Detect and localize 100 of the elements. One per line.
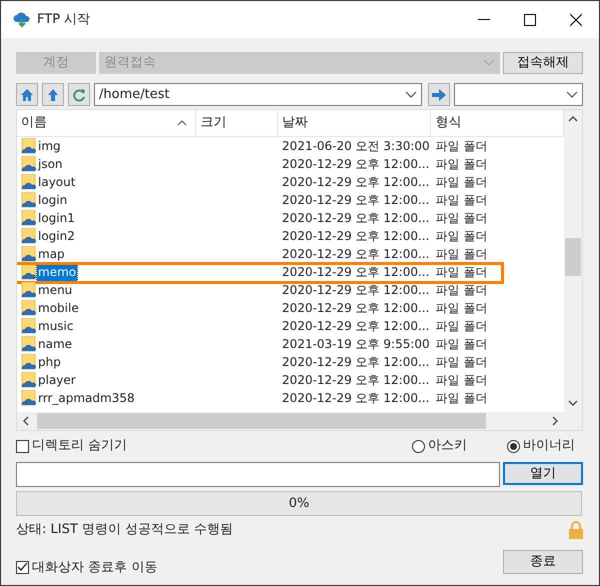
move-after-close-checkbox[interactable] xyxy=(16,561,29,574)
caret-icon xyxy=(483,59,495,67)
file-name[interactable]: menu xyxy=(37,281,74,299)
cloud-folder-icon xyxy=(21,246,37,262)
file-name[interactable]: rrr_apmadm358 xyxy=(37,389,136,407)
file-name[interactable]: login1 xyxy=(37,209,76,227)
table-cell: 2020-12-29 오후 12:00... xyxy=(282,157,430,171)
table-cell: 파일 폴더 xyxy=(435,247,488,261)
column-header[interactable]: 크기 xyxy=(196,110,278,136)
progress-reading: 0% xyxy=(288,494,310,513)
table-cell: 파일 폴더 xyxy=(435,391,488,405)
cloud-folder-icon xyxy=(21,228,37,244)
scroll-thumb[interactable] xyxy=(37,413,486,429)
table-cell: 2020-12-29 오후 12:00... xyxy=(282,301,430,315)
table-cell: 2020-12-29 오후 12:00... xyxy=(282,373,430,387)
table-cell: 2021-03-19 오후 9:55:00 xyxy=(282,337,430,351)
cloud-folder-icon xyxy=(21,192,37,208)
vertical-scrollbar[interactable] xyxy=(564,110,582,412)
cloud-folder-icon xyxy=(21,282,37,298)
refresh-button[interactable] xyxy=(68,83,90,106)
table-cell: 2020-12-29 오후 12:00... xyxy=(282,229,430,243)
table-cell: 파일 폴더 xyxy=(435,337,488,351)
lock-icon xyxy=(569,520,583,539)
caret-icon xyxy=(566,90,578,98)
right-arrow-icon xyxy=(432,88,446,100)
table-cell: 파일 폴더 xyxy=(435,301,488,315)
up-arrow-icon xyxy=(46,88,60,102)
column-header[interactable]: 날짜 xyxy=(278,110,432,136)
scroll-left-icon xyxy=(23,416,29,426)
cloud-download-icon xyxy=(13,10,31,28)
file-name[interactable]: json xyxy=(37,155,64,173)
mode-radio[interactable] xyxy=(412,440,425,452)
cloud-folder-icon xyxy=(21,210,37,226)
go-button[interactable] xyxy=(428,83,450,106)
table-cell: 2020-12-29 오후 12:00... xyxy=(282,193,430,207)
file-name[interactable]: player xyxy=(37,371,77,389)
status-text: 상태: LIST 명령이 성공적으로 수행됨 xyxy=(16,521,234,539)
mode-label: 바이너리 xyxy=(523,437,575,456)
scroll-right-icon xyxy=(552,416,558,426)
file-name[interactable]: login2 xyxy=(37,227,76,245)
table-cell: 파일 폴더 xyxy=(435,211,488,225)
move-after-close-label: 대화상자 종료후 이동 xyxy=(32,559,158,577)
caret-icon xyxy=(405,90,417,98)
scroll-thumb[interactable] xyxy=(565,238,581,276)
cloud-folder-icon xyxy=(21,336,37,352)
cloud-folder-icon xyxy=(21,390,37,406)
up-arrow-button[interactable] xyxy=(42,83,64,106)
home-icon xyxy=(20,88,34,102)
table-cell: 2020-12-29 오후 12:00... xyxy=(282,265,430,279)
table-cell: 파일 폴더 xyxy=(435,157,488,171)
path-dropdown[interactable]: /home/test xyxy=(94,83,422,106)
table-cell: 2020-12-29 오후 12:00... xyxy=(282,319,430,333)
table-cell: 파일 폴더 xyxy=(435,265,488,279)
mode-label: 아스키 xyxy=(428,437,467,456)
table-cell: 2021-06-20 오전 3:30:00 xyxy=(282,139,430,153)
hide-directories-checkbox[interactable] xyxy=(16,440,29,452)
scroll-up-icon xyxy=(568,116,578,122)
horizontal-scrollbar[interactable] xyxy=(17,412,582,430)
table-cell: 파일 폴더 xyxy=(435,373,488,387)
hide-directories-label: 디렉토리 숨기기 xyxy=(32,437,128,456)
cloud-folder-icon xyxy=(21,372,37,388)
table-cell: 파일 폴더 xyxy=(435,193,488,207)
table-cell: 2020-12-29 오후 12:00... xyxy=(282,391,430,405)
table-cell: 파일 폴더 xyxy=(435,175,488,189)
cloud-folder-icon xyxy=(21,300,37,316)
file-name[interactable]: music xyxy=(37,317,74,335)
table-cell: 파일 폴더 xyxy=(435,283,488,297)
target-dropdown[interactable] xyxy=(454,83,583,106)
file-input-field[interactable] xyxy=(16,462,500,487)
cloud-folder-icon xyxy=(21,354,37,370)
table-cell: 파일 폴더 xyxy=(435,229,488,243)
file-name[interactable]: login xyxy=(37,191,68,209)
cloud-folder-icon xyxy=(21,138,37,154)
table-cell: 파일 폴더 xyxy=(435,139,488,153)
home-button[interactable] xyxy=(16,83,38,106)
table-cell: 2020-12-29 오후 12:00... xyxy=(282,355,430,369)
maximize-icon xyxy=(524,14,536,26)
table-cell: 파일 폴더 xyxy=(435,355,488,369)
file-name[interactable]: php xyxy=(37,353,62,371)
window-title: FTP 시작 xyxy=(37,10,92,29)
file-name[interactable]: layout xyxy=(37,173,76,191)
scroll-down-icon xyxy=(568,400,578,406)
check-icon xyxy=(17,562,28,574)
refresh-icon xyxy=(72,88,86,102)
file-name[interactable]: map xyxy=(37,245,66,263)
table-cell: 2020-12-29 오후 12:00... xyxy=(282,211,430,225)
cloud-folder-icon xyxy=(21,318,37,334)
table-cell: 2020-12-29 오후 12:00... xyxy=(282,175,430,189)
close-icon xyxy=(570,14,582,26)
file-name[interactable]: mobile xyxy=(37,299,80,317)
table-cell: 2020-12-29 오후 12:00... xyxy=(282,247,430,261)
mode-radio[interactable] xyxy=(507,440,520,452)
exit-button[interactable]: 종료 xyxy=(503,550,583,574)
cloud-folder-icon xyxy=(21,264,37,280)
minimize-icon xyxy=(478,18,490,20)
cloud-folder-icon xyxy=(21,174,37,190)
file-name[interactable]: name xyxy=(37,335,74,353)
file-name[interactable]: img xyxy=(37,137,62,155)
column-header[interactable]: 이름 xyxy=(17,110,196,136)
open-button[interactable]: 열기 xyxy=(503,462,583,485)
